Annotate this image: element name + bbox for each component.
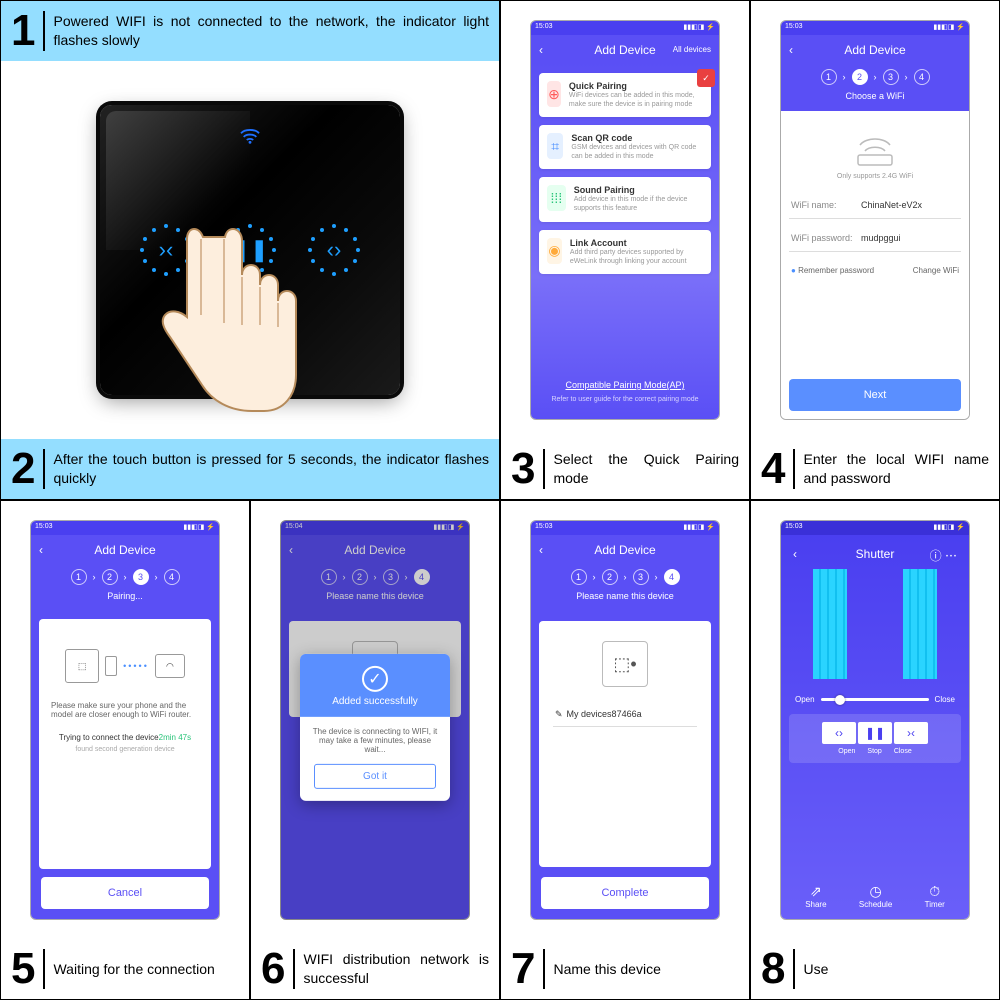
device-icon: ⬚• <box>602 641 648 687</box>
link-account-option[interactable]: ◉ Link AccountAdd third party devices su… <box>539 230 711 274</box>
step-4-cell: 15:03▮▮◧◨ ⚡ ‹ Add Device 1› 2› 3› 4 Choo… <box>750 0 1000 500</box>
link-icon: ◉ <box>547 238 562 264</box>
scan-qr-option[interactable]: ⌗ Scan QR codeGSM devices and devices wi… <box>539 125 711 169</box>
remember-checkbox[interactable]: ● Remember password <box>791 266 874 275</box>
router-icon: ◠ <box>155 654 185 678</box>
open-button[interactable]: ‹› <box>822 722 856 744</box>
cancel-button[interactable]: Cancel <box>41 877 209 909</box>
step-5-cell: 15:03▮▮◧◨ ⚡ ‹ Add Device 1› 2› 3› 4 Pair… <box>0 500 250 1000</box>
timer-button[interactable]: ⏱Timer <box>925 883 945 909</box>
step-1-2-panel: 1 Powered WIFI is not connected to the n… <box>0 0 500 500</box>
step-7-row: 7 Name this device <box>501 939 749 999</box>
router-icon: Only supports 2.4G WiFi <box>789 119 961 186</box>
phone-icon <box>105 656 117 676</box>
step-3-cell: 15:03▮▮◧◨ ⚡ ‹ Add Device All devices ✓ ⊕… <box>500 0 750 500</box>
close-button[interactable]: ›‹ <box>894 722 928 744</box>
open-curtain-button[interactable]: ‹› <box>306 222 362 278</box>
wizard-steps: 1› 2› 3› 4 <box>781 63 969 89</box>
close-curtain-button[interactable]: ›‹ <box>138 222 194 278</box>
quick-pairing-option[interactable]: ✓ ⊕ Quick PairingWiFi devices can be add… <box>539 73 711 117</box>
step-5-row: 5 Waiting for the connection <box>1 939 249 999</box>
phone-step-4: 15:03▮▮◧◨ ⚡ ‹ Add Device 1› 2› 3› 4 Choo… <box>780 20 970 420</box>
selected-badge-icon: ✓ <box>697 69 715 87</box>
switch-panel-area: ›‹ ❚❚ ‹› <box>1 61 499 439</box>
share-icon: ⇗ <box>805 883 826 900</box>
clock-icon: ◷ <box>859 883 892 900</box>
check-icon: ✓ <box>362 666 388 692</box>
position-slider[interactable]: Open Close <box>789 691 961 714</box>
pause-curtain-button[interactable]: ❚❚ <box>222 222 278 278</box>
step-8-row: 8 Use <box>751 939 999 999</box>
step-7-cell: 15:03▮▮◧◨ ⚡ ‹ Add Device 1› 2› 3› 4 Plea… <box>500 500 750 1000</box>
device-name-field[interactable]: ✎ My devices87466a <box>553 703 697 727</box>
compatible-mode-link[interactable]: Compatible Pairing Mode(AP) <box>539 374 711 396</box>
wifi-switch-panel: ›‹ ❚❚ ‹› <box>100 105 400 395</box>
edit-icon: ✎ <box>555 709 563 720</box>
step-2-row: 2 After the touch button is pressed for … <box>1 439 499 499</box>
change-wifi-link[interactable]: Change WiFi <box>913 266 959 275</box>
step-1-row: 1 Powered WIFI is not connected to the n… <box>1 1 499 61</box>
back-icon[interactable]: ‹ <box>789 43 793 57</box>
wifi-password-field[interactable]: WiFi password: mudpggui <box>789 225 961 252</box>
header-title: Add Device <box>594 43 655 57</box>
phone-step-5: 15:03▮▮◧◨ ⚡ ‹ Add Device 1› 2› 3› 4 Pair… <box>30 520 220 920</box>
success-modal: ✓ Added successfully The device is conne… <box>300 654 450 801</box>
step-2-number: 2 <box>11 447 43 491</box>
all-devices-link[interactable]: All devices <box>673 45 711 54</box>
step-6-cell: 15:04▮▮◧◨ ⚡ ‹ Add Device 1› 2› 3› 4 Plea… <box>250 500 500 1000</box>
back-icon[interactable]: ‹ <box>39 543 43 557</box>
back-icon[interactable]: ‹ <box>793 547 797 561</box>
step-2-text: After the touch button is pressed for 5 … <box>53 450 489 488</box>
phone-step-8: 15:03▮▮◧◨ ⚡ ‹ Shutter ⓘ ⋯ Open Close <box>780 520 970 920</box>
curtain-icon <box>789 569 961 679</box>
next-button[interactable]: Next <box>789 379 961 411</box>
quick-pairing-icon: ⊕ <box>547 81 561 107</box>
phone-step-3: 15:03▮▮◧◨ ⚡ ‹ Add Device All devices ✓ ⊕… <box>530 20 720 420</box>
shutter-title: Shutter <box>856 547 895 561</box>
complete-button[interactable]: Complete <box>541 877 709 909</box>
step-3-row: 3 Select the Quick Pairing mode <box>501 439 749 499</box>
schedule-button[interactable]: ◷Schedule <box>859 883 892 909</box>
wifi-icon <box>239 127 261 151</box>
stop-button[interactable]: ❚❚ <box>858 722 892 744</box>
step-1-number: 1 <box>11 9 43 53</box>
info-icon[interactable]: ⓘ ⋯ <box>930 547 957 564</box>
step-4-row: 4 Enter the local WIFI name and password <box>751 439 999 499</box>
share-button[interactable]: ⇗Share <box>805 883 826 909</box>
sound-icon: ⁞⁞⁞ <box>547 185 566 211</box>
step-1-text: Powered WIFI is not connected to the net… <box>53 12 489 50</box>
wifi-name-field[interactable]: WiFi name: ChinaNet-eV2x <box>789 192 961 219</box>
timer-icon: ⏱ <box>925 883 945 900</box>
device-icon: ⬚ <box>65 649 99 683</box>
qr-icon: ⌗ <box>547 133 563 159</box>
sound-pairing-option[interactable]: ⁞⁞⁞ Sound PairingAdd device in this mode… <box>539 177 711 221</box>
back-icon[interactable]: ‹ <box>539 43 543 57</box>
step-8-cell: 15:03▮▮◧◨ ⚡ ‹ Shutter ⓘ ⋯ Open Close <box>750 500 1000 1000</box>
step-6-row: 6 WIFI distribution network is successfu… <box>251 939 499 999</box>
phone-step-7: 15:03▮▮◧◨ ⚡ ‹ Add Device 1› 2› 3› 4 Plea… <box>530 520 720 920</box>
got-it-button[interactable]: Got it <box>314 764 436 789</box>
